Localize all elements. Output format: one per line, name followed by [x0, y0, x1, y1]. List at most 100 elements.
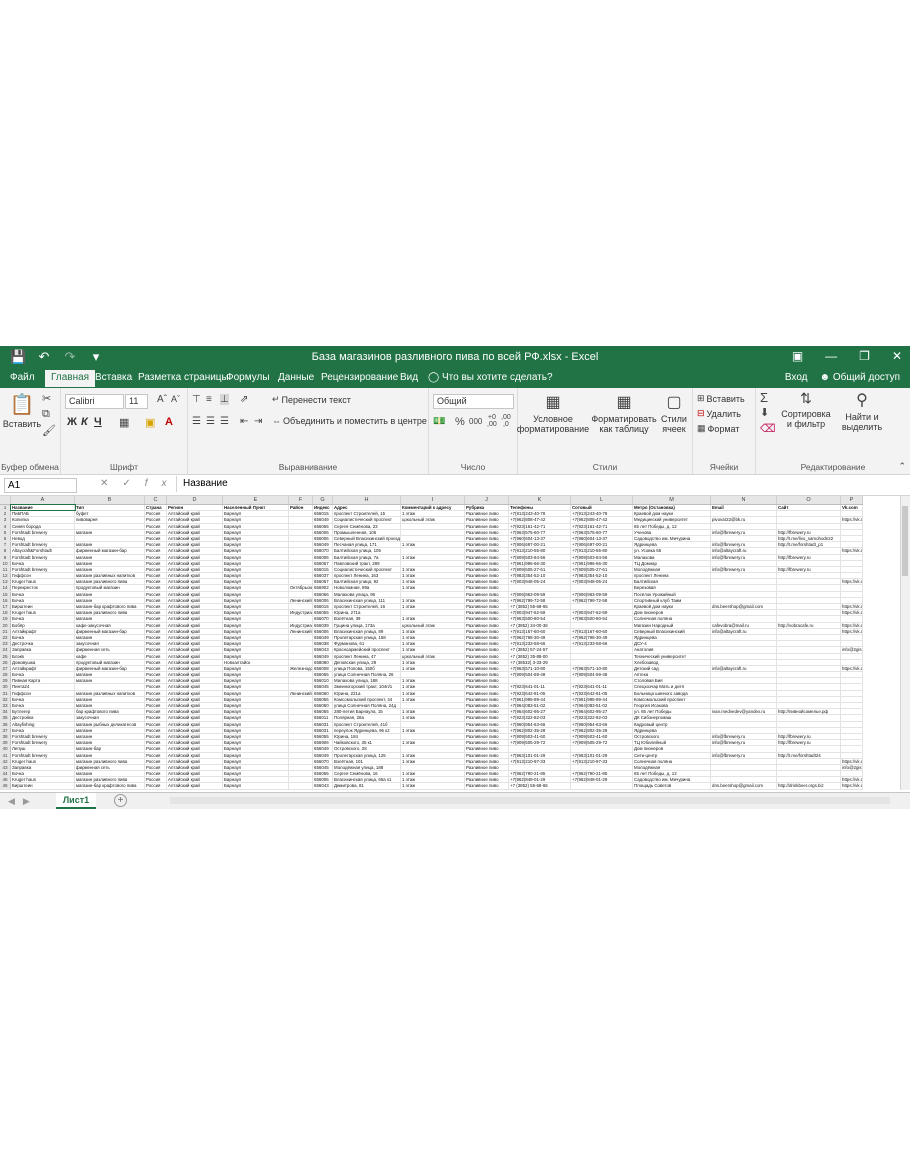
cell[interactable]: +7(906)963-09-59: [509, 591, 571, 597]
cell[interactable]: +7(909)503-41-60: [571, 733, 633, 740]
cell[interactable]: Россия: [145, 721, 167, 727]
cell[interactable]: [509, 678, 571, 684]
cell[interactable]: магазин: [75, 591, 145, 597]
cell[interactable]: +7(913)243-40-78: [571, 511, 633, 517]
cell[interactable]: Разливное пиво: [465, 777, 509, 783]
cell[interactable]: [711, 721, 777, 727]
cell[interactable]: Россия: [145, 622, 167, 628]
cell[interactable]: Дестрочка: [11, 641, 75, 647]
cell[interactable]: Барнаул: [223, 579, 289, 585]
cell[interactable]: Разливное пиво: [465, 653, 509, 659]
cell[interactable]: Фурманова, 61: [333, 641, 401, 647]
cell[interactable]: +7(960)954-63-66: [571, 721, 633, 727]
cell[interactable]: [509, 764, 571, 771]
align-top-icon[interactable]: ⊤: [192, 394, 201, 405]
cell[interactable]: [571, 783, 633, 789]
cell[interactable]: +7(923)161-42-71: [509, 523, 571, 529]
cell[interactable]: [777, 715, 841, 721]
cell[interactable]: Разливное пиво: [465, 579, 509, 585]
cell[interactable]: [841, 560, 863, 566]
cell[interactable]: [841, 752, 863, 758]
cell[interactable]: [841, 523, 863, 529]
cell[interactable]: [841, 727, 863, 733]
cell[interactable]: магазин разливных напитков: [75, 690, 145, 696]
cell[interactable]: Барнаул: [223, 585, 289, 591]
cell[interactable]: [841, 746, 863, 752]
cell[interactable]: +7(963)571-10-80: [571, 665, 633, 672]
cell[interactable]: кафе-закусочная: [75, 622, 145, 628]
cell[interactable]: ДСУ-4: [633, 641, 711, 647]
cell[interactable]: Россия: [145, 591, 167, 597]
cell[interactable]: [777, 523, 841, 529]
cell[interactable]: Алтайский край: [167, 579, 223, 585]
column-header[interactable]: K: [509, 496, 571, 504]
cell[interactable]: Алтайский край: [167, 517, 223, 523]
cell[interactable]: Алтайский край: [167, 634, 223, 641]
cell[interactable]: Октябрьский: [289, 585, 313, 591]
cell[interactable]: магазин: [75, 529, 145, 535]
cell[interactable]: магазин разливного пива: [75, 758, 145, 764]
tab-data[interactable]: Данные: [278, 372, 314, 383]
cell[interactable]: буфет: [75, 511, 145, 517]
cell[interactable]: магазин рыбных деликатесов: [75, 721, 145, 727]
cell[interactable]: +7 (3852) 55-68-65: [509, 604, 571, 610]
cell[interactable]: фирменная сеть: [75, 764, 145, 771]
cell[interactable]: 1 этаж: [401, 647, 465, 653]
percent-icon[interactable]: %: [455, 416, 465, 428]
header-cell[interactable]: Адрес: [333, 505, 401, 511]
cell[interactable]: Россия: [145, 641, 167, 647]
cell[interactable]: [777, 771, 841, 777]
cell[interactable]: Барнаул: [223, 647, 289, 653]
cell[interactable]: [777, 585, 841, 591]
cell[interactable]: +7(909)504-59-48: [509, 672, 571, 678]
restore-icon[interactable]: ❐: [859, 349, 870, 363]
cell[interactable]: Алтайский край: [167, 672, 223, 678]
cell[interactable]: Новоалтайск: [223, 659, 289, 665]
cell[interactable]: [777, 653, 841, 659]
cell[interactable]: Алтайский край: [167, 684, 223, 690]
cell[interactable]: [401, 535, 465, 542]
cell[interactable]: магазин: [75, 727, 145, 733]
cell[interactable]: Россия: [145, 647, 167, 653]
cell[interactable]: Индустриальный: [289, 622, 313, 628]
cell[interactable]: [289, 573, 313, 579]
cell[interactable]: Алтайский край: [167, 746, 223, 752]
cell[interactable]: 1 этаж: [401, 659, 465, 665]
cell[interactable]: Спецхозчар Мать и дитя: [633, 684, 711, 690]
cell[interactable]: Россия: [145, 653, 167, 659]
cell[interactable]: Солнечная поляна: [633, 616, 711, 622]
cell[interactable]: [711, 591, 777, 597]
grow-font-icon[interactable]: Aˆ: [157, 394, 167, 405]
cell[interactable]: +7(913)210-55-80: [509, 548, 571, 554]
cell[interactable]: фирменный магазин-бар: [75, 548, 145, 554]
row-number[interactable]: 37: [0, 727, 11, 733]
row-number[interactable]: 16: [0, 597, 11, 603]
cell[interactable]: +7(963)101-01-29: [571, 752, 633, 758]
cell[interactable]: Россия: [145, 746, 167, 752]
cell[interactable]: [841, 684, 863, 690]
cell[interactable]: проспект Ленина, 163: [333, 573, 401, 579]
row-number[interactable]: 30: [0, 684, 11, 690]
cell[interactable]: +7(962)798-30-49: [571, 634, 633, 641]
cell[interactable]: [75, 684, 145, 690]
align-middle-icon[interactable]: ≡: [206, 394, 212, 405]
cell[interactable]: [777, 672, 841, 678]
cell[interactable]: Дом пионеров: [633, 610, 711, 616]
cell[interactable]: Кадровый центр: [633, 721, 711, 727]
cell[interactable]: Россия: [145, 542, 167, 548]
cell[interactable]: Алтайкрафт: [11, 628, 75, 634]
format-cells-button[interactable]: ▦ Формат: [697, 423, 740, 434]
cell[interactable]: Северный Власихинский: [633, 628, 711, 634]
cell[interactable]: [289, 703, 313, 709]
cell[interactable]: Разливное пиво: [465, 733, 509, 740]
cell[interactable]: 656031: [313, 721, 333, 727]
cell[interactable]: Россия: [145, 548, 167, 554]
cell[interactable]: http://t.me/livo_samohodn22: [777, 535, 841, 542]
cell[interactable]: https://vk.com: [841, 758, 863, 764]
cell[interactable]: Алтайский край: [167, 752, 223, 758]
cell[interactable]: [509, 585, 571, 591]
cell[interactable]: https://vk.com: [841, 622, 863, 628]
cell[interactable]: +7(906)697-00-21: [509, 542, 571, 548]
cell[interactable]: [777, 641, 841, 647]
cell[interactable]: +7(983)354-52-10: [571, 573, 633, 579]
